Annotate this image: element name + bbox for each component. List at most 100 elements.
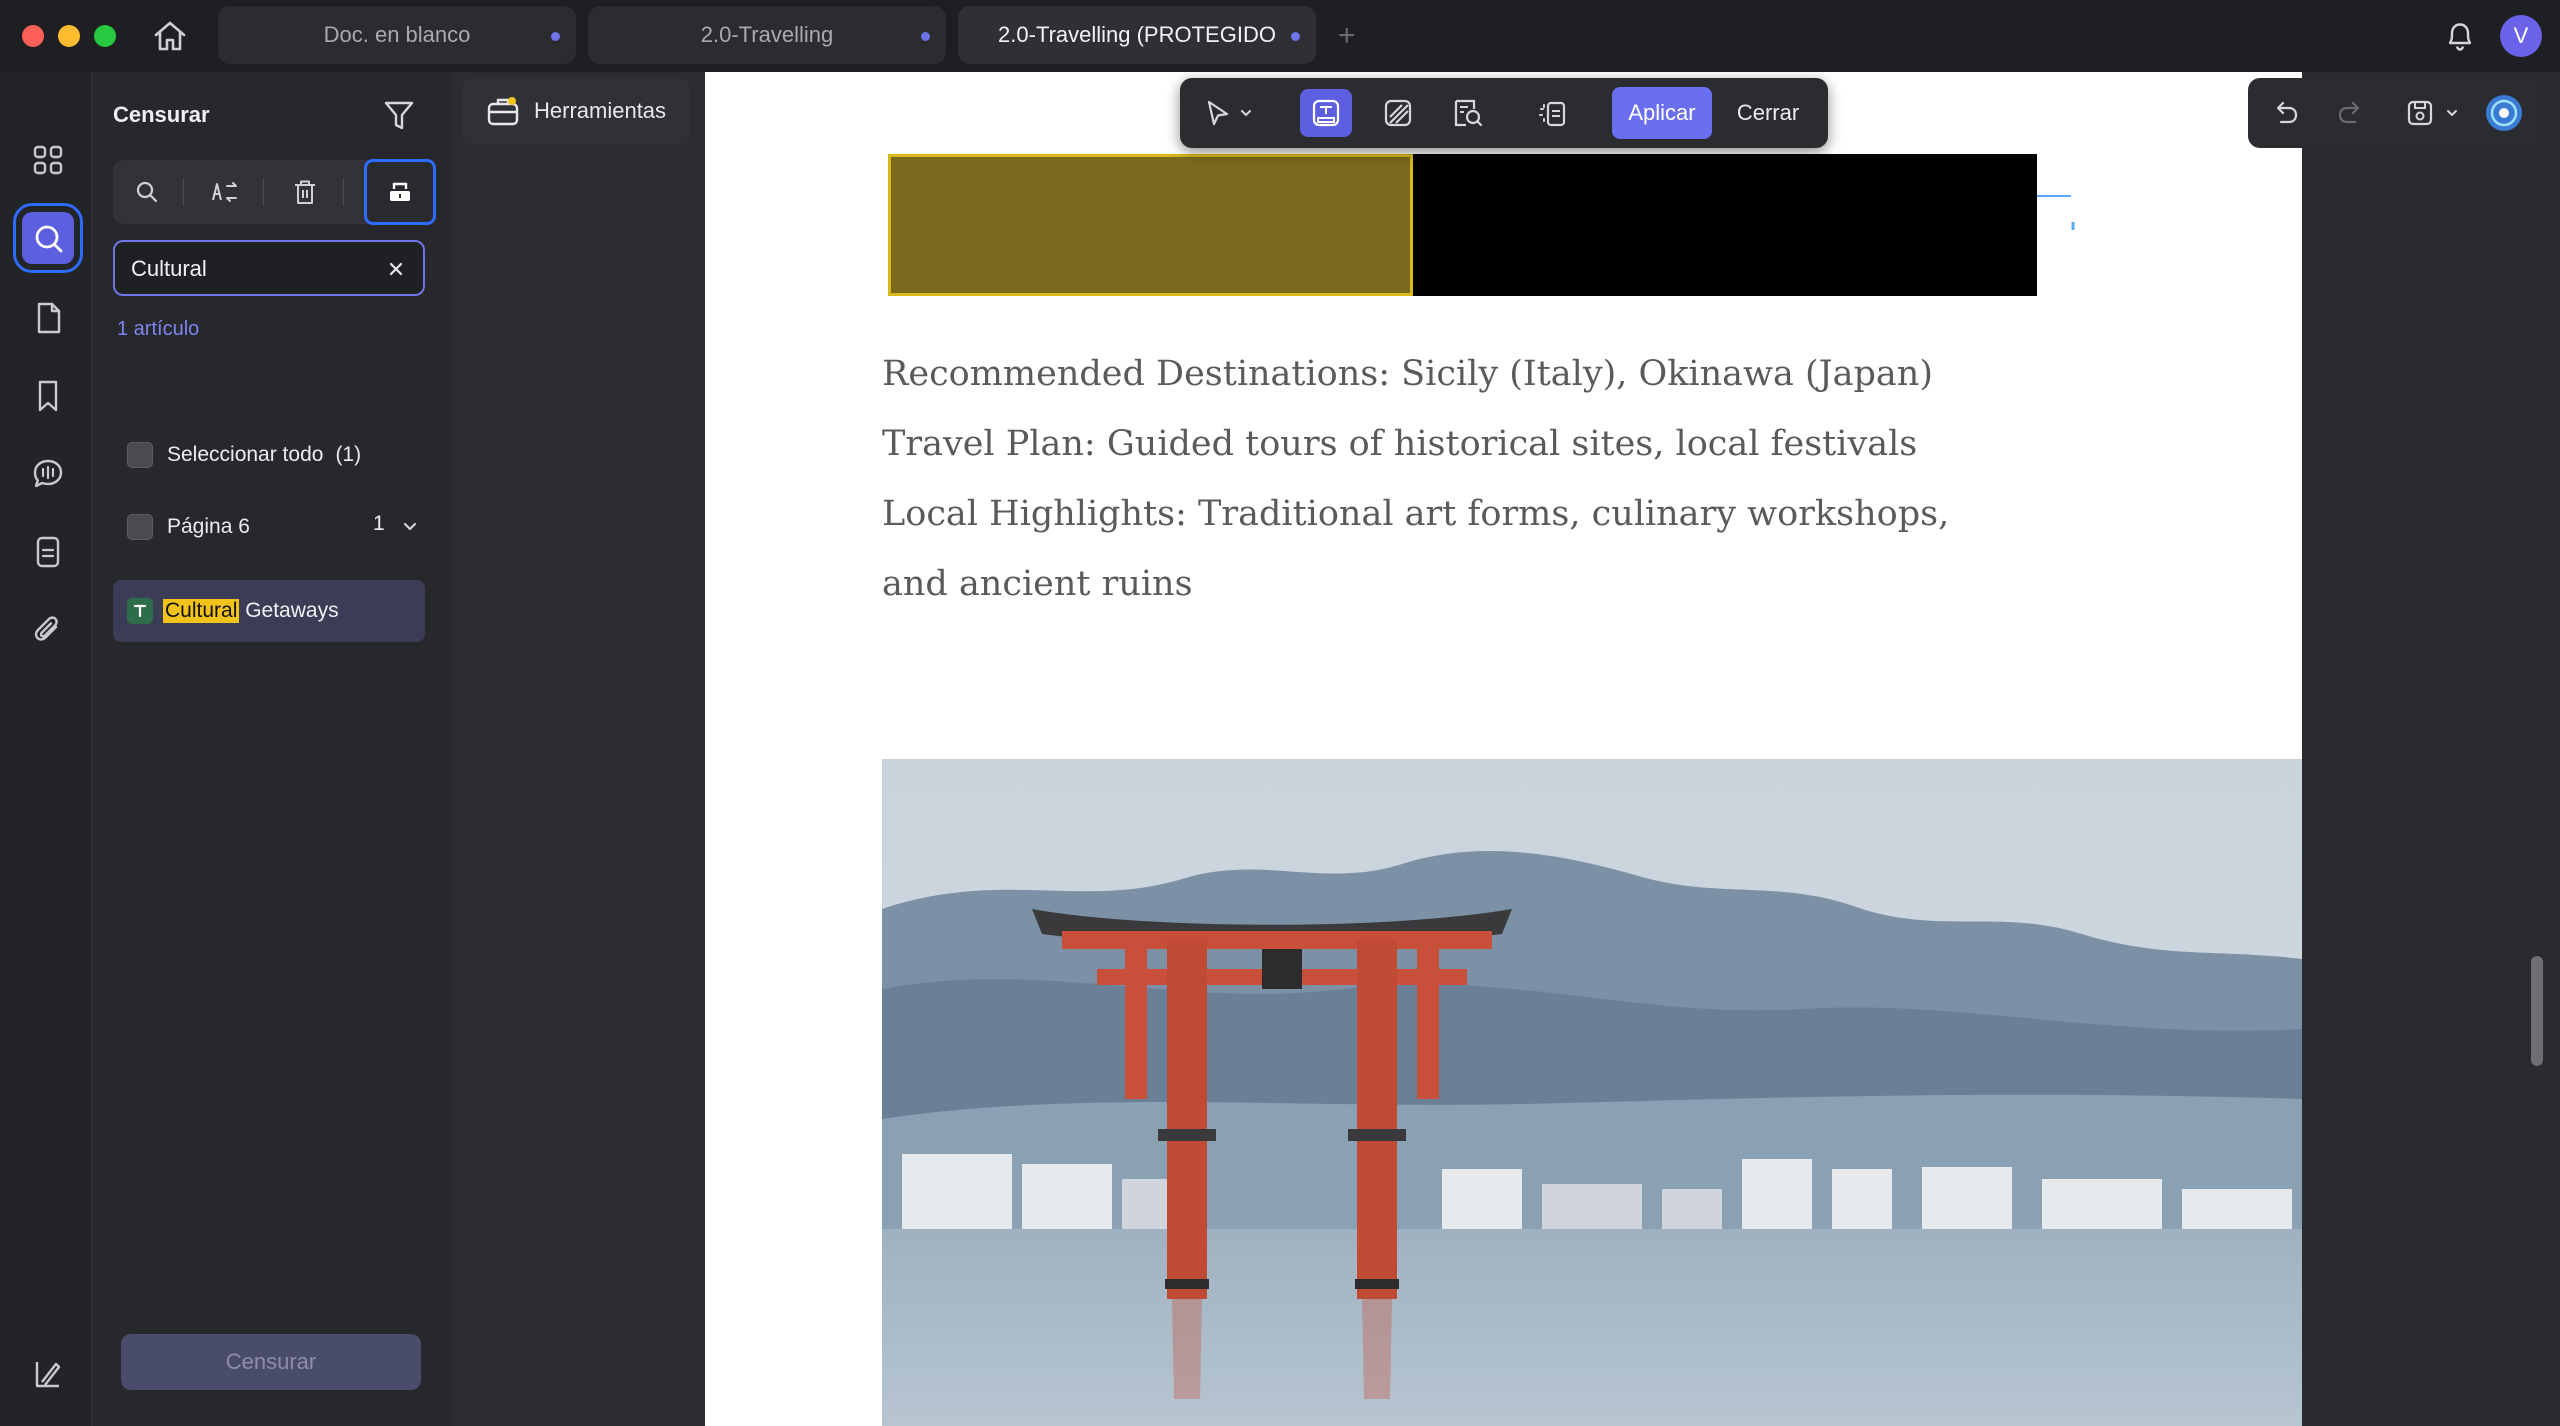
redact-toolbar: Aplicar Cerrar: [1180, 78, 1828, 148]
right-toolbar: [2248, 78, 2538, 148]
rail-sidebar-toggle-button[interactable]: [22, 1348, 74, 1400]
notifications-button[interactable]: [2440, 16, 2480, 56]
page-group-row[interactable]: Página 6: [127, 510, 250, 544]
tool-divider: [183, 178, 184, 206]
result-text: Getaways: [239, 599, 339, 622]
bookmark-icon: [38, 380, 58, 412]
undo-button[interactable]: [2264, 91, 2308, 135]
save-options-dropdown[interactable]: [2438, 91, 2466, 135]
tools-column: Herramientas: [452, 72, 705, 1426]
rail-pages-button[interactable]: [22, 292, 74, 344]
select-all-row[interactable]: Seleccionar todo (1): [127, 438, 361, 472]
replace-icon: [212, 182, 237, 202]
left-rail: [0, 72, 92, 1426]
tab-travelling-protegido[interactable]: 2.0-Travelling (PROTEGIDO: [958, 6, 1316, 64]
close-window-button[interactable]: [22, 25, 44, 47]
document-text-line: and ancient ruins: [882, 564, 1193, 604]
result-count: 1 artículo: [117, 318, 200, 340]
home-button[interactable]: [148, 16, 192, 56]
rail-attachments-button[interactable]: [22, 604, 74, 656]
redo-icon: [2338, 101, 2360, 124]
clear-search-button[interactable]: [383, 256, 409, 282]
page-checkbox[interactable]: [127, 514, 153, 540]
search-icon: [136, 181, 158, 203]
sidebar-toggle-icon: [35, 1362, 61, 1388]
tools-button[interactable]: Herramientas: [462, 78, 690, 144]
scrollbar-thumb[interactable]: [2531, 956, 2543, 1066]
search-field[interactable]: [113, 240, 425, 296]
select-all-checkbox[interactable]: [127, 442, 153, 468]
close-button[interactable]: Cerrar: [1718, 87, 1818, 139]
new-tab-button[interactable]: +: [1338, 16, 1356, 56]
rail-forms-button[interactable]: [22, 526, 74, 578]
trash-icon: [295, 180, 315, 204]
document-text-line: Travel Plan: Guided tours of historical …: [882, 424, 1918, 464]
select-all-count: (1): [335, 443, 362, 466]
paperclip-icon: [34, 616, 58, 641]
result-highlight: Cultural: [163, 599, 240, 623]
save-icon: [2407, 100, 2433, 126]
search-text-tool[interactable]: [115, 168, 179, 216]
redact-panel: Censurar 1 artículo Seleccionar todo (1): [93, 72, 452, 1426]
grid-icon: [33, 145, 63, 175]
page-match-count: 1: [373, 512, 385, 535]
document-scrollbar[interactable]: [2528, 150, 2550, 1420]
title-bar: Doc. en blanco 2.0-Travelling 2.0-Travel…: [0, 0, 2560, 72]
form-icon: [36, 536, 60, 568]
chevron-down-icon: [2447, 110, 2457, 117]
toolbox-icon: [487, 97, 519, 126]
undo-icon: [2276, 101, 2298, 124]
mark-text-button[interactable]: [1300, 89, 1352, 137]
select-all-label: Seleccionar todo: [167, 443, 324, 466]
apply-button[interactable]: Aplicar: [1612, 87, 1712, 139]
search-input[interactable]: [131, 254, 371, 284]
ai-assistant-button[interactable]: [2482, 91, 2526, 135]
select-tool-dropdown[interactable]: [1230, 89, 1262, 137]
panel-title: Censurar: [113, 102, 210, 127]
tools-button-label: Herramientas: [534, 98, 667, 123]
bell-icon: [2448, 23, 2472, 51]
rail-search-button[interactable]: [13, 203, 83, 273]
document-text-line: Local Highlights: Traditional art forms,…: [882, 494, 1950, 534]
tool-divider: [343, 178, 344, 206]
redaction-mark-selected[interactable]: [888, 154, 1413, 296]
censor-button[interactable]: Censurar: [121, 1334, 421, 1390]
rail-thumbnails-button[interactable]: [22, 134, 74, 186]
torii-gate-photo: [882, 759, 2302, 1426]
search-icon: [35, 225, 63, 253]
document-canvas[interactable]: Recommended Destinations: Sicily (Italy)…: [705, 72, 2302, 1426]
redaction-mark[interactable]: [1413, 154, 2037, 296]
delete-tool[interactable]: [273, 168, 337, 216]
mark-area-button[interactable]: [1372, 89, 1424, 137]
search-redact-button[interactable]: [1442, 89, 1494, 137]
minimize-window-button[interactable]: [58, 25, 80, 47]
replace-text-tool[interactable]: [193, 168, 257, 216]
close-icon: [389, 262, 403, 276]
redo-button[interactable]: [2328, 91, 2372, 135]
chevron-down-icon: [1241, 110, 1251, 117]
mark-redaction-tool[interactable]: [364, 159, 436, 225]
search-result-item[interactable]: Cultural Getaways: [113, 580, 425, 642]
document-text-line: Recommended Destinations: Sicily (Italy)…: [882, 354, 1933, 394]
home-icon: [154, 21, 186, 51]
rail-bookmarks-button[interactable]: [22, 370, 74, 422]
page-label: Página 6: [167, 515, 250, 538]
comment-icon: [33, 459, 63, 488]
page-icon: [37, 302, 61, 334]
redact-tool-row: [113, 159, 436, 225]
filter-button[interactable]: [379, 96, 419, 136]
unsaved-dot: [1291, 32, 1300, 41]
tool-divider: [263, 178, 264, 206]
zoom-window-button[interactable]: [94, 25, 116, 47]
redact-pages-button[interactable]: [1526, 89, 1578, 137]
save-button[interactable]: [2398, 91, 2442, 135]
selection-handle: [2037, 195, 2075, 230]
chevron-down-icon[interactable]: [399, 516, 421, 538]
tab-label: 2.0-Travelling: [700, 22, 834, 47]
tab-doc-en-blanco[interactable]: Doc. en blanco: [218, 6, 576, 64]
unsaved-dot: [921, 32, 930, 41]
tab-travelling[interactable]: 2.0-Travelling: [588, 6, 946, 64]
rail-comments-button[interactable]: [22, 448, 74, 500]
avatar[interactable]: V: [2500, 15, 2542, 57]
area-redact-icon: [1384, 99, 1412, 127]
